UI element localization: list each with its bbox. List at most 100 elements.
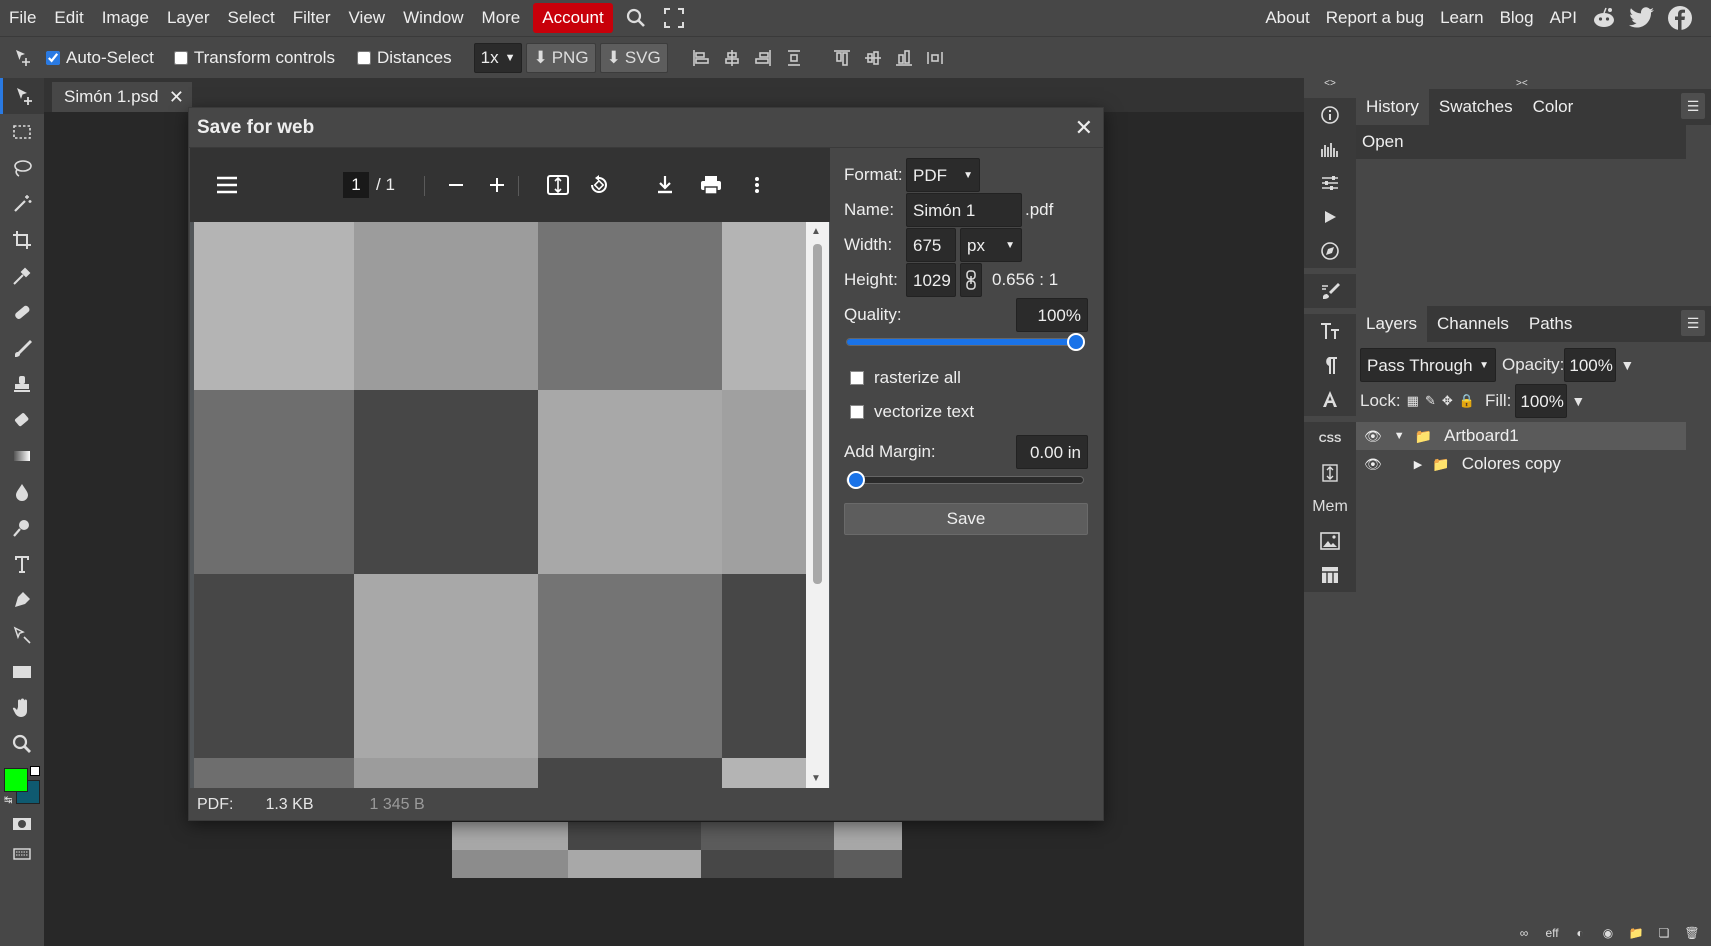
new-layer-icon[interactable]: ❏ (1653, 924, 1675, 942)
brush-tool[interactable] (0, 330, 44, 366)
quick-mask-button[interactable] (0, 806, 44, 842)
menu-view[interactable]: View (340, 0, 395, 36)
collapse-strip-icon[interactable]: <> (1304, 78, 1356, 92)
tab-paths[interactable]: Paths (1519, 306, 1582, 342)
menu-file[interactable]: File (0, 0, 45, 36)
more-options-icon[interactable] (740, 168, 774, 202)
zoom-tool[interactable] (0, 726, 44, 762)
unit-select[interactable]: px ▼ (960, 228, 1022, 262)
transform-controls-checkbox[interactable] (173, 50, 188, 65)
transform-icon[interactable] (1304, 456, 1356, 490)
align-center-h-icon[interactable] (721, 47, 743, 69)
hamburger-menu-icon[interactable] (210, 168, 244, 202)
menu-window[interactable]: Window (394, 0, 472, 36)
menu-about[interactable]: About (1257, 0, 1317, 36)
align-left-icon[interactable] (690, 47, 712, 69)
distribute-h-icon[interactable] (783, 47, 805, 69)
brush-settings-icon[interactable] (1304, 274, 1356, 308)
keyboard-button[interactable] (0, 842, 44, 866)
lock-all-icon[interactable]: 🔒 (1459, 393, 1475, 409)
link-layers-icon[interactable]: ∞ (1513, 924, 1535, 942)
name-input[interactable]: Simón 1 (906, 193, 1022, 227)
new-group-icon[interactable]: 📁 (1625, 924, 1647, 942)
adjustment-layer-icon[interactable]: ◐ (1569, 924, 1591, 942)
scrollbar-thumb[interactable] (813, 244, 822, 584)
panel-menu-icon[interactable]: ☰ (1681, 93, 1705, 119)
reddit-icon[interactable] (1589, 3, 1619, 33)
link-ratio-icon[interactable] (960, 263, 982, 297)
print-icon[interactable] (694, 168, 728, 202)
width-input[interactable]: 675 (906, 228, 956, 262)
menu-edit[interactable]: Edit (45, 0, 92, 36)
opacity-dropdown-icon[interactable]: ▼ (1620, 357, 1634, 373)
account-button[interactable]: Account (533, 3, 613, 33)
dodge-tool[interactable] (0, 510, 44, 546)
distances-checkbox[interactable] (356, 50, 371, 65)
menu-api[interactable]: API (1542, 0, 1585, 36)
margin-input[interactable]: 0.00 in (1016, 435, 1088, 469)
dialog-titlebar[interactable]: Save for web ✕ (189, 108, 1103, 148)
menu-blog[interactable]: Blog (1492, 0, 1542, 36)
layer-row[interactable]: 👁 ▶ 📁 Colores copy (1356, 450, 1686, 478)
shape-tool[interactable] (0, 654, 44, 690)
move-tool[interactable] (0, 78, 44, 114)
zoom-out-icon[interactable] (439, 168, 473, 202)
panel-menu-icon[interactable]: ☰ (1681, 310, 1705, 336)
quality-slider-knob[interactable] (1067, 333, 1085, 351)
eye-icon[interactable]: 👁 (1364, 456, 1382, 473)
document-tab[interactable]: Simón 1.psd ✕ (52, 82, 192, 112)
default-colors-icon[interactable] (30, 766, 40, 776)
collapse-panels-icon[interactable]: >< (1516, 78, 1528, 89)
css-icon[interactable]: CSS (1304, 422, 1356, 456)
twitter-icon[interactable] (1627, 3, 1657, 33)
adjustments-icon[interactable] (1304, 166, 1356, 200)
height-input[interactable]: 1029 (906, 263, 956, 297)
pen-tool[interactable] (0, 582, 44, 618)
quality-slider[interactable] (846, 333, 1085, 351)
export-svg-button[interactable]: ⬇ SVG (599, 42, 668, 73)
transform-controls-option[interactable]: Transform controls (173, 48, 335, 68)
opacity-input[interactable]: 100% (1564, 348, 1617, 382)
auto-select-checkbox[interactable] (46, 50, 60, 65)
align-top-icon[interactable] (831, 47, 853, 69)
zoom-select[interactable]: 1x ▼ (473, 42, 523, 73)
glyphs-icon[interactable] (1304, 382, 1356, 416)
expand-down-icon[interactable]: ▼ (1394, 430, 1405, 442)
fill-dropdown-icon[interactable]: ▼ (1571, 393, 1585, 409)
download-icon[interactable] (648, 168, 682, 202)
fill-input[interactable]: 100% (1515, 384, 1568, 418)
layer-row[interactable]: 👁 ▼ 📁 Artboard1 (1356, 422, 1686, 450)
eye-icon[interactable]: 👁 (1364, 428, 1382, 445)
fullscreen-icon[interactable] (659, 3, 689, 33)
align-bottom-icon[interactable] (893, 47, 915, 69)
character-icon[interactable] (1304, 314, 1356, 348)
tab-layers[interactable]: Layers (1356, 306, 1428, 342)
path-select-tool[interactable] (0, 618, 44, 654)
scroll-up-arrow[interactable]: ▲ (811, 226, 821, 237)
expand-right-icon[interactable]: ▶ (1414, 458, 1422, 471)
lock-paint-icon[interactable]: ✎ (1425, 393, 1436, 409)
blend-mode-select[interactable]: Pass Through ▼ (1360, 348, 1496, 382)
vectorize-text-checkbox[interactable] (850, 405, 864, 419)
rotate-icon[interactable] (582, 168, 616, 202)
table-icon[interactable] (1304, 558, 1356, 592)
foreground-color-swatch[interactable] (4, 768, 28, 792)
quality-input[interactable]: 100% (1016, 298, 1088, 332)
blur-tool[interactable] (0, 474, 44, 510)
format-select[interactable]: PDF ▼ (906, 158, 980, 192)
export-png-button[interactable]: ⬇ PNG (526, 42, 596, 73)
menu-select[interactable]: Select (218, 0, 283, 36)
margin-slider-knob[interactable] (847, 471, 865, 489)
fit-page-icon[interactable] (541, 168, 575, 202)
menu-layer[interactable]: Layer (158, 0, 219, 36)
history-item[interactable]: Open (1356, 125, 1686, 159)
gradient-tool[interactable] (0, 438, 44, 474)
close-icon[interactable]: ✕ (1075, 108, 1093, 148)
tab-color[interactable]: Color (1523, 89, 1584, 125)
lasso-tool[interactable] (0, 150, 44, 186)
paragraph-icon[interactable] (1304, 348, 1356, 382)
margin-slider[interactable] (846, 471, 1084, 489)
hand-tool[interactable] (0, 690, 44, 726)
marquee-tool[interactable] (0, 114, 44, 150)
menu-report-bug[interactable]: Report a bug (1318, 0, 1432, 36)
